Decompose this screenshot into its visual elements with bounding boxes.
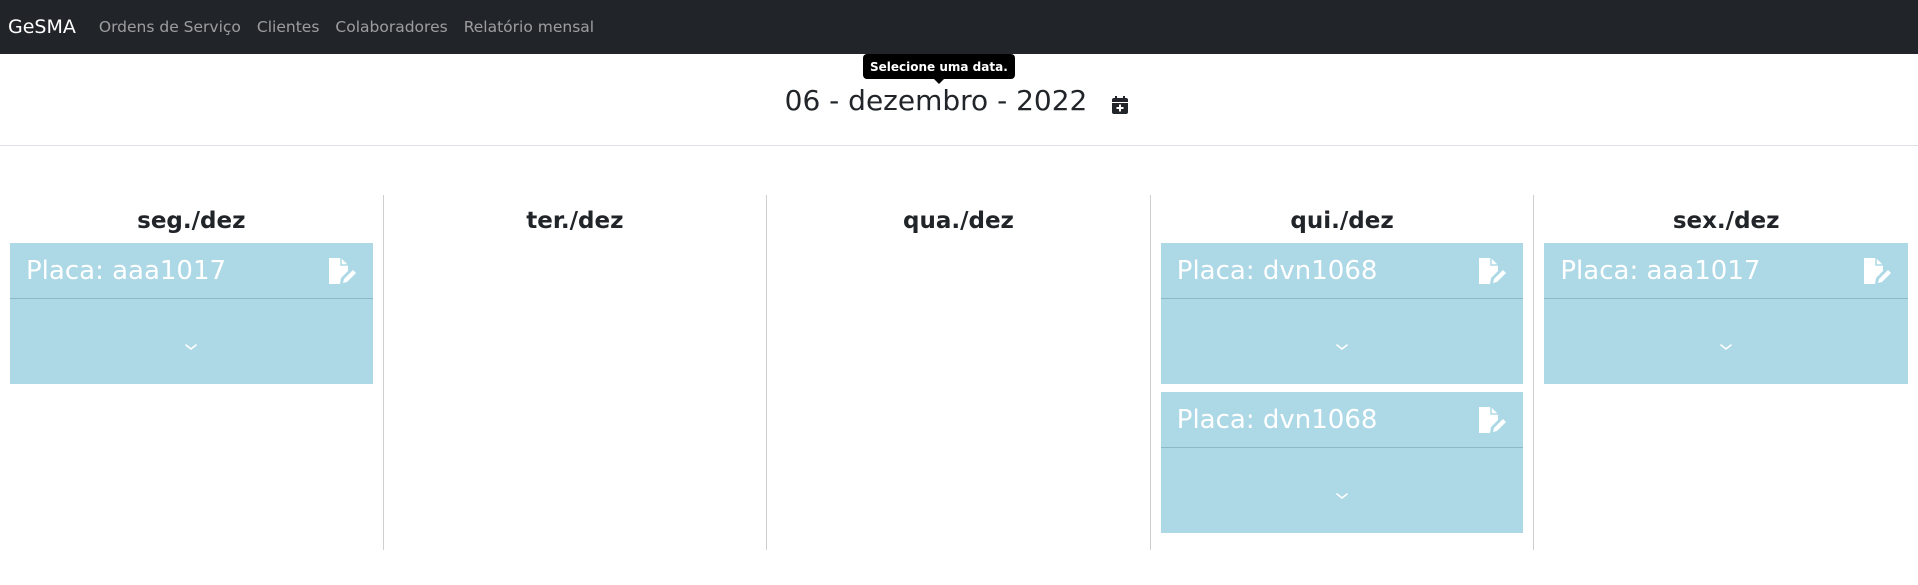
service-order-card: Placa: dvn1068 <box>1160 243 1524 384</box>
top-navbar: GeSMA Ordens de Serviço Clientes Colabor… <box>0 0 1918 84</box>
week-columns: seg./dez Placa: aaa1017 ter./dez qua./dez qu… <box>0 195 1918 550</box>
card-plate-label: Placa: dvn1068 <box>1176 404 1378 435</box>
card-body <box>1161 448 1524 533</box>
date-header: 06 - dezembro - 2022 <box>0 54 1918 146</box>
service-order-card: Placa: aaa1017 <box>10 243 373 384</box>
nav-clientes[interactable]: Clientes <box>257 18 319 36</box>
card-plate-label: Placa: aaa1017 <box>26 255 227 286</box>
day-title: qui./dez <box>1290 208 1394 234</box>
card-header: Placa: aaa1017 <box>1544 243 1908 299</box>
card-header: Placa: aaa1017 <box>10 243 373 299</box>
day-title: ter./dez <box>526 208 624 234</box>
file-edit-icon[interactable] <box>1862 257 1892 285</box>
day-column: qui./dez Placa: dvn1068 Placa: dvn1068 <box>1151 195 1535 550</box>
file-edit-icon[interactable] <box>1477 257 1507 285</box>
file-edit-icon[interactable] <box>1477 406 1507 434</box>
service-order-card: Placa: aaa1017 <box>1544 243 1908 384</box>
chevron-down-icon[interactable] <box>184 337 198 350</box>
card-body <box>1161 299 1524 384</box>
nav-ordens-servico[interactable]: Ordens de Serviço <box>99 18 241 36</box>
day-title: seg./dez <box>137 208 246 234</box>
page-title: 06 - dezembro - 2022 <box>784 84 1088 117</box>
card-body <box>10 299 373 384</box>
service-order-card: Placa: dvn1068 <box>1160 392 1524 533</box>
day-column: sex./dez Placa: aaa1017 <box>1534 195 1918 550</box>
card-plate-label: Placa: aaa1017 <box>1560 255 1761 286</box>
chevron-down-icon[interactable] <box>1335 337 1349 350</box>
card-body <box>1544 299 1908 384</box>
card-plate-label: Placa: dvn1068 <box>1176 255 1378 286</box>
file-edit-icon[interactable] <box>327 257 357 285</box>
day-column: seg./dez Placa: aaa1017 <box>0 195 384 550</box>
day-column: qua./dez <box>767 195 1151 550</box>
calendar-plus-icon[interactable] <box>1112 96 1128 114</box>
day-column: ter./dez <box>384 195 768 550</box>
nav-relatorio-mensal[interactable]: Relatório mensal <box>464 18 594 36</box>
card-header: Placa: dvn1068 <box>1160 243 1524 299</box>
card-header: Placa: dvn1068 <box>1160 392 1524 448</box>
day-title: sex./dez <box>1672 208 1780 234</box>
chevron-down-icon[interactable] <box>1719 337 1733 350</box>
nav-colaboradores[interactable]: Colaboradores <box>335 18 447 36</box>
chevron-down-icon[interactable] <box>1335 486 1349 499</box>
day-title: qua./dez <box>903 208 1014 234</box>
brand-logo[interactable]: GeSMA <box>8 16 76 38</box>
